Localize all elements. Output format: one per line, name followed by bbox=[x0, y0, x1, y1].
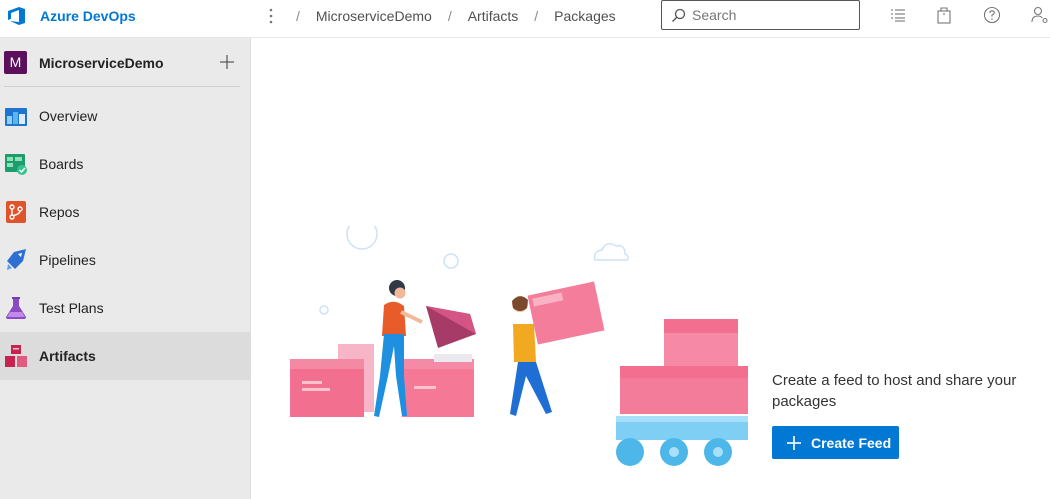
create-feed-label: Create Feed bbox=[811, 435, 892, 451]
task-list-icon[interactable] bbox=[888, 5, 908, 25]
sidebar-item-repos[interactable]: Repos bbox=[0, 188, 251, 236]
azure-devops-logo[interactable] bbox=[6, 5, 28, 27]
repos-icon bbox=[6, 201, 26, 223]
sidebar-item-label: Repos bbox=[39, 204, 80, 220]
empty-state-message: Create a feed to host and share your pac… bbox=[772, 372, 1017, 410]
project-avatar: M bbox=[4, 51, 27, 74]
project-name[interactable]: MicroserviceDemo bbox=[39, 55, 164, 71]
add-icon[interactable] bbox=[218, 53, 236, 71]
sidebar: M MicroserviceDemo Overview Boards Repos… bbox=[0, 38, 251, 499]
pipelines-icon bbox=[7, 249, 26, 270]
sidebar-item-boards[interactable]: Boards bbox=[0, 140, 251, 188]
search-box[interactable] bbox=[661, 0, 860, 30]
sidebar-item-label: Pipelines bbox=[39, 252, 96, 268]
project-header[interactable]: M MicroserviceDemo bbox=[0, 38, 250, 86]
create-feed-button[interactable]: Create Feed bbox=[772, 426, 899, 459]
sidebar-item-label: Test Plans bbox=[39, 300, 104, 316]
sidebar-item-label: Artifacts bbox=[39, 348, 96, 364]
overview-icon bbox=[5, 108, 27, 126]
search-input[interactable] bbox=[692, 5, 852, 25]
sidebar-item-label: Overview bbox=[39, 108, 98, 124]
test-plans-icon bbox=[6, 297, 26, 319]
breadcrumb: / MicroserviceDemo / Artifacts / Packages bbox=[296, 8, 616, 24]
user-settings-icon[interactable] bbox=[1030, 5, 1050, 25]
sidebar-item-test-plans[interactable]: Test Plans bbox=[0, 284, 251, 332]
empty-feed-illustration bbox=[290, 226, 748, 466]
plus-icon bbox=[787, 436, 801, 450]
breadcrumb-artifacts[interactable]: Artifacts bbox=[468, 8, 519, 24]
more-options-icon[interactable] bbox=[266, 5, 276, 27]
breadcrumb-project[interactable]: MicroserviceDemo bbox=[316, 8, 432, 24]
breadcrumb-packages[interactable]: Packages bbox=[554, 8, 615, 24]
boards-icon bbox=[5, 154, 27, 175]
search-icon bbox=[672, 8, 686, 22]
sidebar-item-pipelines[interactable]: Pipelines bbox=[0, 236, 251, 284]
marketplace-bag-icon[interactable] bbox=[934, 5, 954, 25]
sidebar-nav: Overview Boards Repos Pipelines Test Pla… bbox=[0, 92, 251, 380]
top-bar: Azure DevOps / MicroserviceDemo / Artifacts… bbox=[0, 0, 1050, 38]
app-title[interactable]: Azure DevOps bbox=[40, 8, 136, 24]
sidebar-divider bbox=[4, 86, 240, 87]
sidebar-item-overview[interactable]: Overview bbox=[0, 92, 251, 140]
artifacts-icon bbox=[5, 345, 27, 367]
sidebar-item-label: Boards bbox=[39, 156, 84, 172]
sidebar-item-artifacts[interactable]: Artifacts bbox=[0, 332, 251, 380]
help-icon[interactable] bbox=[982, 5, 1002, 25]
main-content: Create a feed to host and share your pac… bbox=[252, 38, 1050, 499]
